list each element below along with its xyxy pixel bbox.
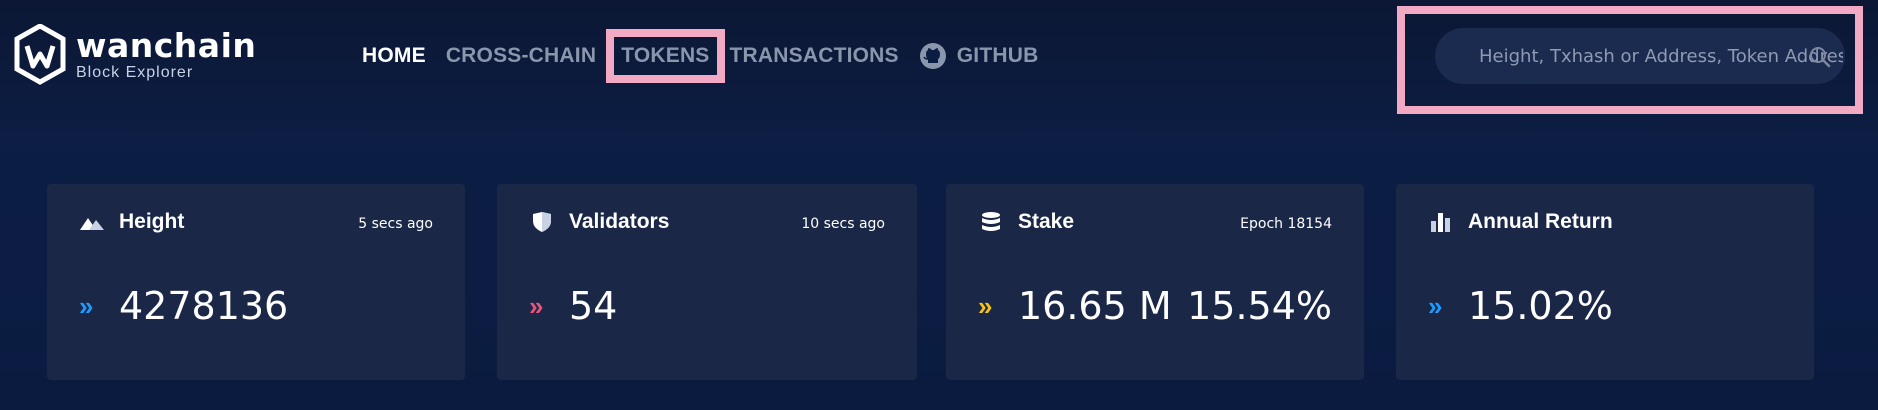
card-height-meta: 5 secs ago	[358, 216, 433, 232]
database-icon	[982, 212, 1000, 231]
nav-home[interactable]: HOME	[362, 44, 426, 68]
card-validators: Validators 10 secs ago » 54	[497, 184, 917, 380]
card-stake-title: Stake	[1018, 210, 1075, 233]
main-nav: HOME CROSS-CHAIN TOKENS TRANSACTIONS GIT…	[362, 0, 1058, 112]
card-annual-return-body: » 15.02%	[1428, 284, 1613, 328]
search-icon[interactable]	[1809, 46, 1831, 68]
card-height: Height 5 secs ago » 4278136	[47, 184, 465, 380]
card-height-value: 4278136	[119, 284, 289, 328]
card-stake: Stake Epoch 18154 » 16.65 M 15.54%	[946, 184, 1364, 380]
header: wanchain Block Explorer HOME CROSS-CHAIN…	[0, 0, 1878, 152]
card-stake-head: Stake	[978, 210, 1074, 234]
card-height-title: Height	[119, 210, 185, 233]
card-height-body: » 4278136	[79, 284, 288, 328]
card-validators-title: Validators	[569, 210, 670, 233]
search-box	[1435, 28, 1845, 84]
nav-tokens[interactable]: TOKENS	[606, 29, 725, 83]
card-validators-value: 54	[569, 284, 618, 328]
app-root: wanchain Block Explorer HOME CROSS-CHAIN…	[0, 0, 1878, 410]
card-annual-return: Annual Return » 15.02%	[1396, 184, 1814, 380]
card-annual-return-title: Annual Return	[1468, 210, 1613, 233]
brand-subtitle: Block Explorer	[76, 64, 194, 81]
card-validators-head: Validators	[529, 210, 669, 234]
nav-transactions[interactable]: TRANSACTIONS	[730, 44, 899, 68]
logo[interactable]: wanchain Block Explorer	[14, 24, 256, 86]
stats-cards: Height 5 secs ago » 4278136 Validators 1…	[0, 152, 1878, 410]
wanchain-logo-icon	[14, 24, 66, 85]
search-input[interactable]	[1477, 44, 1845, 68]
nav-cross-chain[interactable]: CROSS-CHAIN	[446, 44, 596, 68]
card-stake-rate: 15.54%	[1187, 284, 1332, 328]
card-validators-body: » 54	[529, 284, 617, 328]
logo-text: wanchain Block Explorer	[76, 29, 256, 81]
nav-github-label: GITHUB	[956, 44, 1039, 67]
card-stake-body: » 16.65 M	[978, 284, 1172, 328]
card-stake-value: 16.65 M	[1018, 284, 1172, 328]
double-chevron-icon: »	[79, 291, 94, 321]
card-annual-return-value: 15.02%	[1468, 284, 1613, 328]
card-height-head: Height	[79, 210, 184, 234]
mountain-icon	[80, 218, 104, 230]
double-chevron-icon: »	[529, 291, 544, 321]
card-annual-return-head: Annual Return	[1428, 210, 1613, 234]
nav-github[interactable]: GITHUB	[919, 42, 1039, 70]
double-chevron-icon: »	[1428, 291, 1443, 321]
card-stake-meta: Epoch 18154	[1240, 216, 1332, 232]
shield-icon	[533, 212, 551, 232]
double-chevron-icon: »	[978, 291, 993, 321]
github-icon	[919, 43, 946, 69]
bar-chart-icon	[1431, 213, 1450, 232]
brand-name: wanchain	[76, 26, 257, 65]
card-validators-meta: 10 secs ago	[801, 216, 885, 232]
